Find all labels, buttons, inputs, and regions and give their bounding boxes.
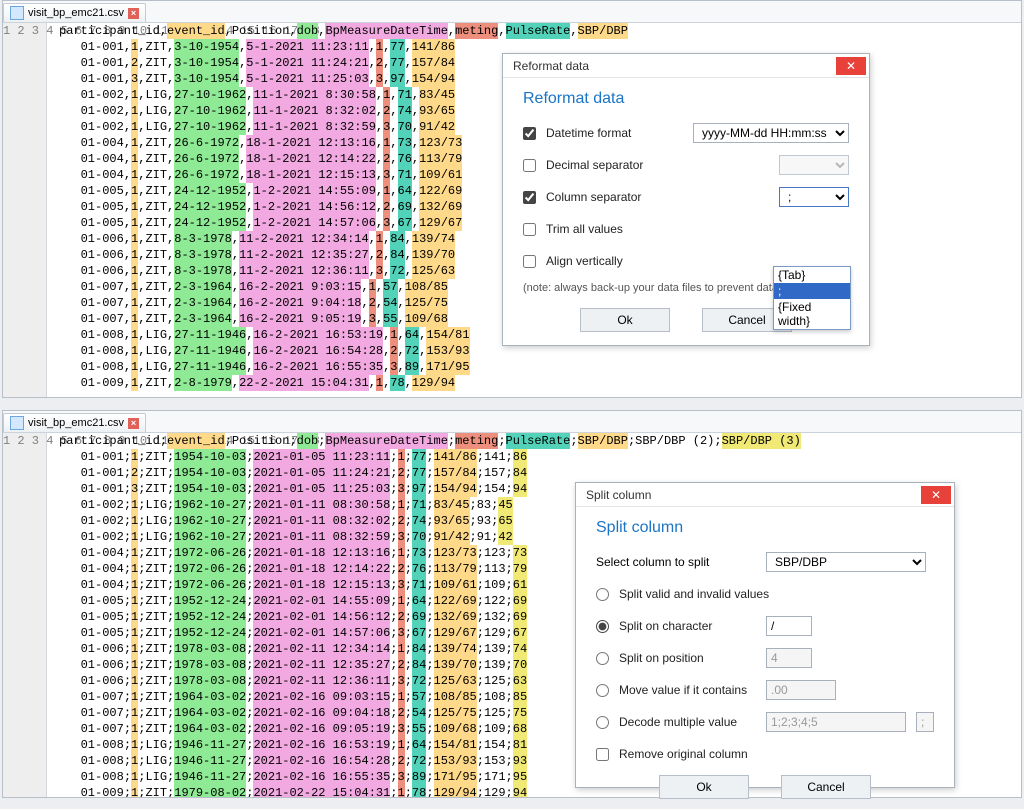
close-icon[interactable]: × (128, 8, 139, 19)
dialog-title-text: Split column (586, 488, 651, 502)
radio-move[interactable]: Move value if it contains (596, 683, 756, 697)
checkbox-colsep[interactable]: Column separator (523, 190, 683, 204)
char-input[interactable] (766, 616, 812, 636)
dialog-heading: Reformat data (523, 90, 849, 108)
radio-label: Split valid and invalid values (619, 587, 769, 601)
checkbox-label: Column separator (546, 190, 641, 204)
tab-bar: visit_bp_emc21.csv × (3, 411, 1021, 433)
cancel-button[interactable]: Cancel (781, 775, 871, 799)
option-fixed[interactable]: {Fixed width} (774, 299, 850, 329)
move-input (766, 680, 836, 700)
close-icon[interactable]: ✕ (921, 486, 951, 504)
checkbox-trim[interactable]: Trim all values (523, 222, 683, 236)
radio-position-input[interactable] (596, 652, 609, 665)
select-column-label: Select column to split (596, 555, 756, 569)
radio-valid-input[interactable] (596, 588, 609, 601)
file-icon (10, 6, 24, 20)
column-separator-select[interactable]: ; (779, 187, 849, 207)
dialog-heading: Split column (596, 519, 934, 537)
dialog-title[interactable]: Split column (576, 483, 954, 507)
ok-button[interactable]: Ok (580, 308, 670, 332)
radio-position[interactable]: Split on position (596, 651, 756, 665)
checkbox-label: Align vertically (546, 254, 623, 268)
position-input (766, 648, 812, 668)
dialog-title[interactable]: Reformat data (503, 54, 869, 78)
checkbox-label: Decimal separator (546, 158, 643, 172)
radio-decode[interactable]: Decode multiple value (596, 715, 756, 729)
checkbox-align[interactable]: Align vertically (523, 254, 683, 268)
decode-input (766, 712, 906, 732)
line-gutter: 1 2 3 4 5 6 7 8 9 10 11 12 13 14 15 16 1… (3, 23, 47, 397)
column-separator-dropdown[interactable]: {Tab} ; {Fixed width} (773, 266, 851, 330)
checkbox-label: Trim all values (546, 222, 623, 236)
close-icon[interactable]: × (128, 418, 139, 429)
select-column-dropdown[interactable]: SBP/DBP (766, 552, 926, 572)
file-icon (10, 416, 24, 430)
tab-bar: visit_bp_emc21.csv × (3, 1, 1021, 23)
decimal-separator-select (779, 155, 849, 175)
checkbox-remove[interactable]: Remove original column (596, 747, 756, 761)
checkbox-colsep-input[interactable] (523, 191, 536, 204)
checkbox-datetime-input[interactable] (523, 127, 536, 140)
dialog-body: Split column Select column to split SBP/… (576, 507, 954, 809)
close-icon[interactable]: ✕ (836, 57, 866, 75)
checkbox-align-input[interactable] (523, 255, 536, 268)
file-tab-label: visit_bp_emc21.csv (28, 7, 124, 19)
line-gutter: 1 2 3 4 5 6 7 8 9 10 11 12 13 14 15 16 1… (3, 433, 47, 797)
radio-label: Split on position (619, 651, 704, 665)
split-column-dialog: Split column ✕ Split column Select colum… (575, 482, 955, 788)
option-tab[interactable]: {Tab} (774, 267, 850, 283)
radio-decode-input[interactable] (596, 716, 609, 729)
checkbox-remove-input[interactable] (596, 748, 609, 761)
checkbox-trim-input[interactable] (523, 223, 536, 236)
file-tab[interactable]: visit_bp_emc21.csv × (3, 3, 146, 22)
option-semi[interactable]: ; (774, 283, 850, 299)
checkbox-label: Remove original column (619, 747, 748, 761)
checkbox-decimal-input[interactable] (523, 159, 536, 172)
checkbox-label: Datetime format (546, 126, 631, 140)
radio-valid[interactable]: Split valid and invalid values (596, 587, 796, 601)
checkbox-decimal[interactable]: Decimal separator (523, 158, 683, 172)
file-tab[interactable]: visit_bp_emc21.csv × (3, 413, 146, 432)
radio-move-input[interactable] (596, 684, 609, 697)
radio-char-input[interactable] (596, 620, 609, 633)
radio-char[interactable]: Split on character (596, 619, 756, 633)
dialog-title-text: Reformat data (513, 59, 589, 73)
radio-label: Split on character (619, 619, 712, 633)
datetime-format-select[interactable]: yyyy-MM-dd HH:mm:ss (693, 123, 849, 143)
ok-button[interactable]: Ok (659, 775, 749, 799)
reformat-dialog: Reformat data ✕ Reformat data Datetime f… (502, 53, 870, 346)
file-tab-label: visit_bp_emc21.csv (28, 417, 124, 429)
checkbox-datetime[interactable]: Datetime format (523, 126, 683, 140)
radio-label: Move value if it contains (619, 683, 747, 697)
radio-label: Decode multiple value (619, 715, 737, 729)
decode-sep-input (916, 712, 934, 732)
